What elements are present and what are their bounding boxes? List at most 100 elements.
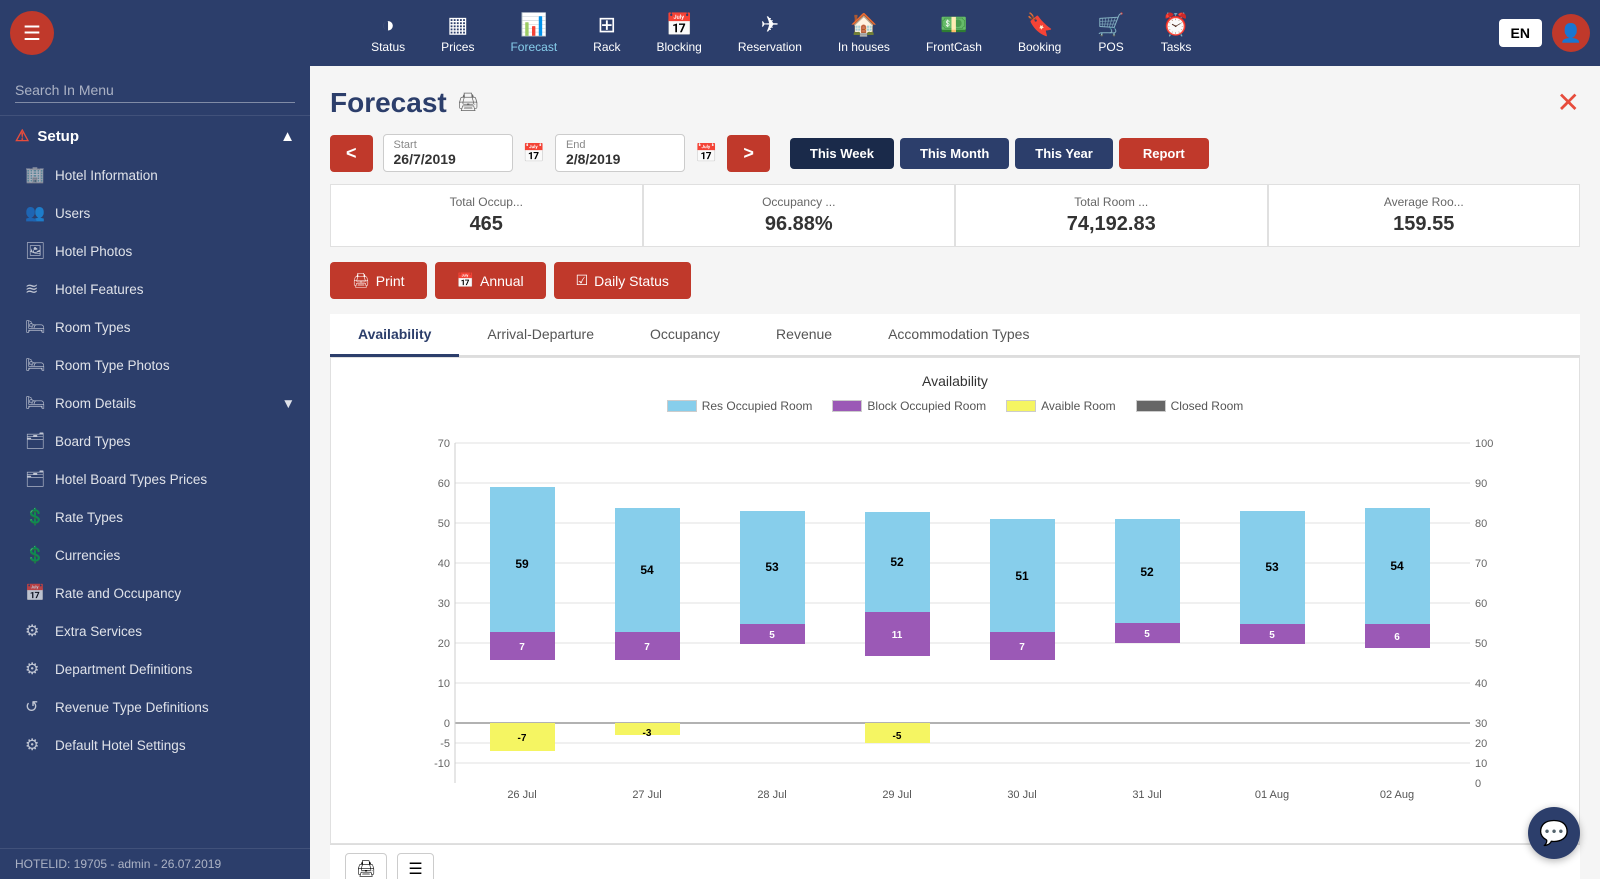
nav-item-tasks[interactable]: ⏰ Tasks [1143,7,1210,59]
blocking-icon: 📅 [665,12,692,38]
tab-availability[interactable]: Availability [330,314,459,357]
close-button[interactable]: ✕ [1557,86,1580,119]
sidebar-item-room-type-photos[interactable]: 🛏 Room Type Photos [0,346,310,384]
tab-revenue[interactable]: Revenue [748,314,860,357]
sidebar-item-rate-types[interactable]: 💲 Rate Types [0,498,310,536]
sidebar-item-hotel-features[interactable]: ≋ Hotel Features [0,270,310,308]
sidebar-label-department-definitions: Department Definitions [55,662,192,677]
sidebar-item-revenue-type-definitions[interactable]: ↺ Revenue Type Definitions [0,688,310,726]
svg-text:53: 53 [765,560,779,574]
search-input[interactable] [15,78,295,103]
report-button[interactable]: Report [1119,138,1209,169]
annual-button[interactable]: 📅 Annual [435,262,546,299]
stat-card-average-room: Average Roo... 159.55 [1268,184,1581,247]
stat-value-total-occupancy: 465 [346,213,627,236]
period-buttons: This Week This Month This Year Report [790,138,1209,169]
chat-bubble[interactable]: 💬 [1528,807,1580,859]
svg-text:90: 90 [1475,478,1487,490]
sidebar-item-currencies[interactable]: 💲 Currencies [0,536,310,574]
nav-label-inhouses: In houses [838,40,890,54]
sidebar-item-hotel-information[interactable]: 🏢 Hotel Information [0,156,310,194]
sidebar-label-rate-types: Rate Types [55,510,123,525]
toolbar-menu-button[interactable]: ☰ [397,853,433,879]
setup-section-icon: ⚠ [15,126,29,146]
page-header: Forecast 🖨 ✕ [330,86,1580,119]
nav-item-inhouses[interactable]: 🏠 In houses [820,7,908,59]
avatar-icon: 👤 [1560,23,1582,44]
annual-icon: 📅 [457,272,474,289]
end-date-field[interactable]: End 2/8/2019 [555,134,685,172]
hotel-photos-icon: 🖼 [25,241,45,261]
default-hotel-settings-icon: ⚙ [25,735,45,755]
daily-status-button[interactable]: ☑ Daily Status [554,262,691,299]
sidebar-item-room-details[interactable]: 🛏 Room Details ▼ [0,384,310,422]
svg-text:54: 54 [640,563,654,577]
tab-arrival-departure[interactable]: Arrival-Departure [459,314,622,357]
nav-item-booking[interactable]: 🔖 Booking [1000,7,1079,59]
tab-occupancy[interactable]: Occupancy [622,314,748,357]
sidebar-item-board-types[interactable]: 🗂 Board Types [0,422,310,460]
sidebar-item-room-types[interactable]: 🛏 Room Types [0,308,310,346]
tab-accommodation-types[interactable]: Accommodation Types [860,314,1057,357]
svg-text:7: 7 [1019,642,1025,653]
legend-color-available [1006,400,1036,412]
end-date-value: 2/8/2019 [566,151,621,167]
chart-title: Availability [346,373,1564,389]
nav-item-rack[interactable]: ⊞ Rack [575,7,638,59]
nav-item-blocking[interactable]: 📅 Blocking [639,7,720,59]
extra-services-icon: ⚙ [25,621,45,641]
section-collapse-icon: ▲ [280,128,295,145]
svg-text:30 Jul: 30 Jul [1007,789,1036,801]
inhouses-icon: 🏠 [850,12,877,38]
svg-text:-10: -10 [434,758,450,770]
start-date-field[interactable]: Start 26/7/2019 [383,134,513,172]
sidebar-item-rate-and-occupancy[interactable]: 📅 Rate and Occupancy [0,574,310,612]
nav-label-rack: Rack [593,40,620,54]
svg-text:01 Aug: 01 Aug [1255,789,1289,801]
toolbar-print-button[interactable]: 🖨 [345,853,387,879]
next-date-button[interactable]: > [727,135,770,172]
nav-label-reservation: Reservation [738,40,802,54]
sidebar-item-users[interactable]: 👥 Users [0,194,310,232]
room-details-arrow: ▼ [282,396,295,411]
svg-text:51: 51 [1015,569,1029,583]
tabs-row: Availability Arrival-Departure Occupancy… [330,314,1580,357]
bottom-toolbar: 🖨 ☰ [330,844,1580,879]
rate-and-occupancy-icon: 📅 [25,583,45,603]
nav-item-pos[interactable]: 🛒 POS [1079,7,1142,59]
sidebar-label-currencies: Currencies [55,548,120,563]
prev-date-button[interactable]: < [330,135,373,172]
this-week-button[interactable]: This Week [790,138,894,169]
avatar-button[interactable]: 👤 [1552,14,1590,52]
this-month-button[interactable]: This Month [900,138,1009,169]
sidebar-label-rate-and-occupancy: Rate and Occupancy [55,586,181,601]
nav-item-reservation[interactable]: ✈ Reservation [720,7,820,59]
hamburger-button[interactable]: ☰ [10,11,54,55]
nav-item-status[interactable]: ◑ Status [353,7,423,59]
sidebar-item-department-definitions[interactable]: ⚙ Department Definitions [0,650,310,688]
stat-label-total-room: Total Room ... [971,195,1252,209]
this-year-button[interactable]: This Year [1015,138,1113,169]
svg-text:50: 50 [438,518,450,530]
revenue-type-definitions-icon: ↺ [25,697,45,717]
sidebar-item-hotel-board-types-prices[interactable]: 🗂 Hotel Board Types Prices [0,460,310,498]
stat-label-total-occupancy: Total Occup... [346,195,627,209]
nav-item-prices[interactable]: ▦ Prices [423,7,492,59]
page-title: Forecast [330,87,447,119]
nav-items: ◑ Status ▦ Prices 📊 Forecast ⊞ Rack 📅 Bl… [64,7,1499,59]
calendar-icon-end: 📅 [695,143,717,164]
rack-icon: ⊞ [598,12,616,38]
chart-container: Availability Res Occupied Room Block Occ… [330,357,1580,844]
language-button[interactable]: EN [1499,19,1542,47]
svg-text:02 Aug: 02 Aug [1380,789,1414,801]
print-button[interactable]: 🖨 Print [330,262,427,299]
action-buttons-row: 🖨 Print 📅 Annual ☑ Daily Status [330,262,1580,299]
stat-value-average-room: 159.55 [1284,213,1565,236]
print-page-icon-btn[interactable]: 🖨 [457,92,480,113]
sidebar-item-hotel-photos[interactable]: 🖼 Hotel Photos [0,232,310,270]
sidebar-item-extra-services[interactable]: ⚙ Extra Services [0,612,310,650]
setup-section-header[interactable]: ⚠ Setup ▲ [0,116,310,156]
nav-item-forecast[interactable]: 📊 Forecast [492,7,575,59]
sidebar-item-default-hotel-settings[interactable]: ⚙ Default Hotel Settings [0,726,310,764]
nav-item-frontcash[interactable]: 💵 FrontCash [908,7,1000,59]
